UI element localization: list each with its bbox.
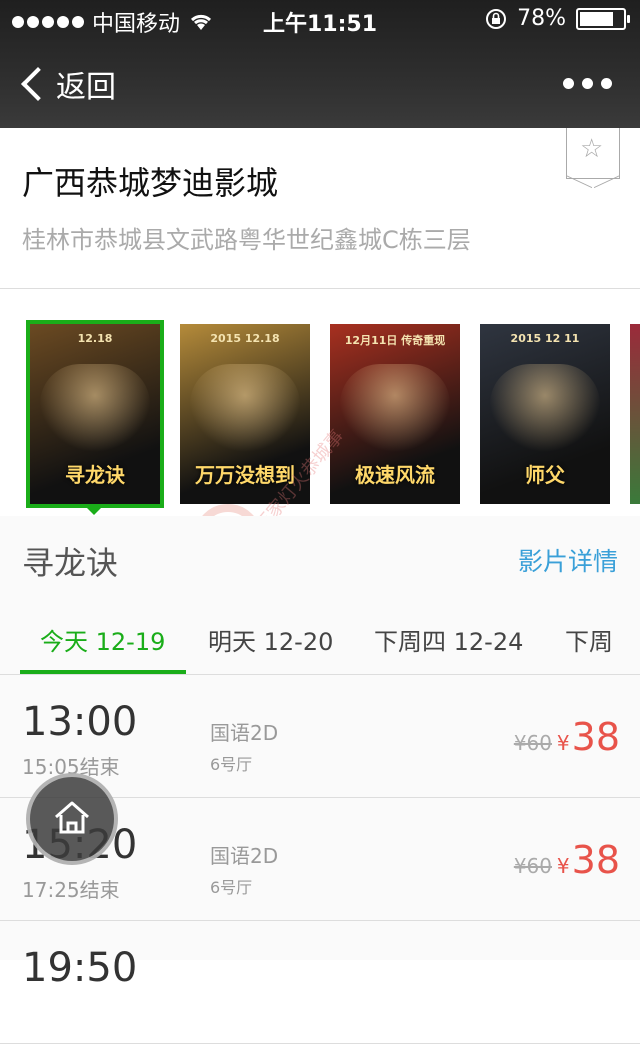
movie-poster-partial[interactable] [630, 324, 640, 504]
movie-detail-link[interactable]: 影片详情 [518, 542, 618, 578]
movie-poster[interactable]: 2015 12 11 师父 [480, 324, 610, 504]
discount-price: ¥38 [556, 838, 620, 882]
nav-bar: 返回 [0, 40, 640, 128]
poster-date-text: 2015 12 11 [510, 332, 580, 345]
date-tab[interactable]: 今天 12-19 [40, 622, 165, 657]
status-bar: 中国移动 上午11:51 78% [0, 0, 640, 40]
poster-banner: 寻龙诀 [65, 463, 125, 487]
more-dots-icon[interactable] [563, 78, 612, 89]
hall-label: 6号厅 [210, 755, 253, 774]
floating-home-button[interactable] [26, 773, 118, 865]
discount-price: ¥38 [556, 715, 620, 759]
cinema-name: 广西恭城梦迪影城 [22, 164, 279, 202]
end-time: 17:25结束 [22, 878, 120, 902]
movie-poster[interactable]: 12月11日 传奇重现极速风流 [330, 324, 460, 504]
original-price: ¥60 [513, 731, 552, 755]
favorite-button[interactable]: ☆ [566, 128, 620, 179]
poster-date-text: 12月11日 传奇重现 [344, 334, 446, 347]
poster-art [340, 364, 450, 454]
movie-row: 寻龙诀 影片详情 [0, 516, 640, 600]
battery-percent: 78% [517, 6, 566, 31]
poster-art [490, 364, 600, 454]
date-tab[interactable]: 下周 [565, 622, 613, 657]
start-time: 13:00 [22, 699, 138, 745]
poster-date-text: 12.18 [77, 332, 113, 345]
movie-title: 寻龙诀 [22, 544, 119, 582]
back-button[interactable]: 返回 [18, 62, 116, 106]
date-tab[interactable]: 下周四 12-24 [374, 622, 523, 657]
cinema-header: 广西恭城梦迪影城 桂林市恭城县文武路粤华世纪鑫城C栋三层 ☆ [0, 128, 640, 289]
showtime-row[interactable]: 19:50 [0, 921, 640, 1044]
poster-art [40, 364, 150, 454]
chevron-left-icon [21, 67, 55, 101]
poster-art [190, 364, 300, 454]
poster-carousel[interactable]: 12.18 寻龙诀 2015 12.18 万万没想到 12月11日 传奇重现 极速风流 20… [0, 290, 640, 516]
star-bookmark-icon: ☆ [580, 134, 604, 164]
poster-date-text: 2015 12.18 [210, 332, 280, 345]
poster-banner: 极速风流 [355, 463, 435, 487]
original-price: ¥60 [513, 854, 552, 878]
battery-icon [576, 7, 630, 30]
date-tab[interactable]: 明天 12-20 [208, 622, 333, 657]
movie-poster[interactable]: 12.18 寻龙诀 [26, 320, 164, 508]
top-bar: 中国移动 上午11:51 78% 返回 [0, 0, 640, 128]
rotation-lock-icon [486, 8, 507, 29]
home-icon [55, 801, 89, 834]
back-label: 返回 [56, 70, 116, 105]
cinema-address[interactable]: 桂林市恭城县文武路粤华世纪鑫城C栋三层 [22, 220, 471, 255]
language-format: 国语2D [210, 721, 279, 745]
language-format: 国语2D [210, 844, 279, 868]
active-tab-underline [20, 670, 186, 674]
start-time: 19:50 [22, 945, 138, 991]
hall-label: 6号厅 [210, 878, 253, 897]
date-tabs: 今天 12-19 明天 12-20 下周四 12-24 下周 [0, 600, 640, 675]
poster-banner: 师父 [525, 463, 565, 487]
